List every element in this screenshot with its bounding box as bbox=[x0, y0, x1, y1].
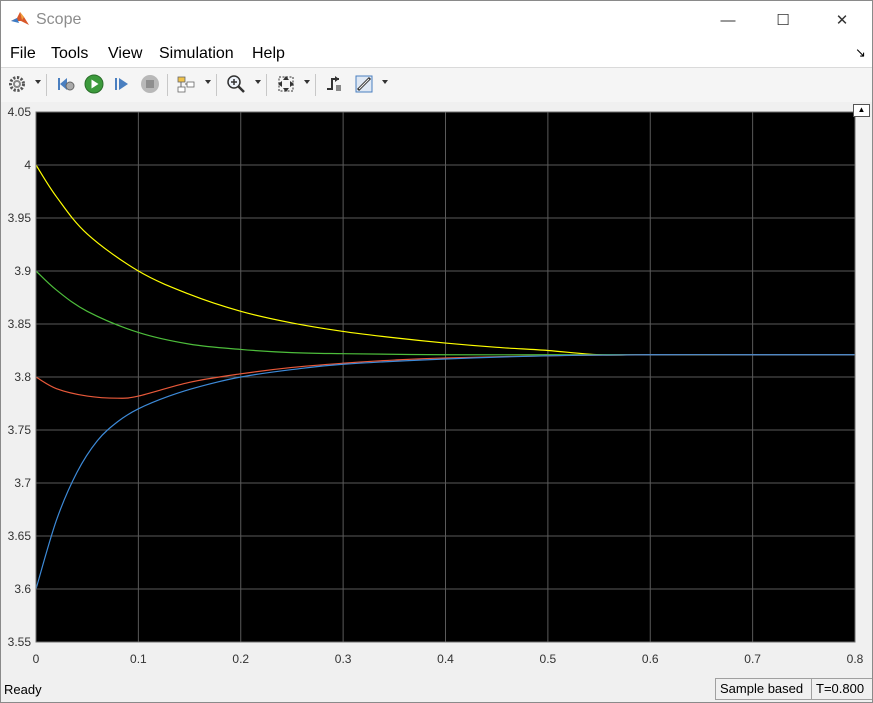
scope-display[interactable]: 0 0.1 0.2 0.3 0.4 0.5 0.6 0.7 0.8 3.55 3.6 3.65 3.7 3… bbox=[1, 102, 872, 672]
y-tick-label: 4.05 bbox=[8, 105, 32, 119]
toolbar-separator bbox=[266, 74, 267, 96]
settings-dropdown-icon[interactable] bbox=[35, 80, 41, 84]
close-button[interactable]: ✕ bbox=[819, 1, 865, 39]
cursor-measurements-button[interactable] bbox=[353, 73, 375, 95]
y-tick-label: 3.55 bbox=[8, 635, 32, 649]
scope-window: Scope — ☐ ✕ File Tools View Simulation H… bbox=[0, 0, 873, 703]
x-tick-label: 0.7 bbox=[744, 652, 761, 666]
title-bar[interactable]: Scope — ☐ ✕ bbox=[1, 1, 872, 39]
y-tick-label: 3.9 bbox=[14, 264, 31, 278]
stop-button[interactable] bbox=[139, 73, 161, 95]
expand-axes-button[interactable]: ▲ bbox=[853, 104, 870, 117]
y-tick-label: 3.8 bbox=[14, 370, 31, 384]
toolbar-separator bbox=[315, 74, 316, 96]
menu-simulation[interactable]: Simulation bbox=[159, 45, 234, 63]
x-tick-label: 0.8 bbox=[847, 652, 864, 666]
toolbar-separator bbox=[46, 74, 47, 96]
toolbar-separator bbox=[216, 74, 217, 96]
fit-to-view-button[interactable] bbox=[275, 73, 297, 95]
x-tick-label: 0 bbox=[33, 652, 40, 666]
highlight-dropdown-icon[interactable] bbox=[205, 80, 211, 84]
step-forward-button[interactable] bbox=[111, 73, 133, 95]
status-bar: Ready Sample based T=0.800 bbox=[1, 676, 872, 702]
y-tick-label: 3.75 bbox=[8, 423, 32, 437]
highlight-model-icon bbox=[177, 76, 195, 93]
sample-mode-indicator: Sample based bbox=[715, 678, 817, 700]
menu-view[interactable]: View bbox=[108, 45, 142, 63]
fit-dropdown-icon[interactable] bbox=[304, 80, 310, 84]
status-text: Ready bbox=[4, 682, 42, 697]
step-back-button[interactable] bbox=[55, 73, 77, 95]
stop-icon bbox=[141, 75, 159, 93]
undock-icon[interactable]: ↘ bbox=[855, 45, 866, 61]
run-button[interactable] bbox=[83, 73, 105, 95]
close-icon: ✕ bbox=[835, 12, 849, 29]
x-tick-label: 0.5 bbox=[540, 652, 557, 666]
plot-axes[interactable]: 0 0.1 0.2 0.3 0.4 0.5 0.6 0.7 0.8 3.55 3.6 3.65 3.7 3… bbox=[1, 102, 872, 672]
zoom-button[interactable] bbox=[225, 73, 247, 95]
maximize-button[interactable]: ☐ bbox=[760, 1, 806, 39]
y-tick-label: 3.6 bbox=[14, 582, 31, 596]
minimize-button[interactable]: — bbox=[705, 1, 751, 39]
zoom-in-icon bbox=[227, 75, 245, 93]
y-tick-label: 3.65 bbox=[8, 529, 32, 543]
x-tick-label: 0.6 bbox=[642, 652, 659, 666]
fit-to-view-icon bbox=[278, 76, 294, 92]
time-readout: T=0.800 bbox=[811, 678, 872, 700]
step-forward-icon bbox=[115, 78, 128, 90]
y-tick-label: 4 bbox=[24, 158, 31, 172]
window-title: Scope bbox=[36, 11, 82, 28]
minimize-icon: — bbox=[720, 11, 736, 29]
x-tick-label: 0.2 bbox=[232, 652, 249, 666]
menu-tools[interactable]: Tools bbox=[51, 45, 88, 63]
menu-bar: File Tools View Simulation Help ↘ bbox=[1, 39, 872, 67]
toolbar-separator bbox=[167, 74, 168, 96]
matlab-logo-icon bbox=[11, 12, 29, 25]
y-tick-label: 3.95 bbox=[8, 211, 32, 225]
cursor-dropdown-icon[interactable] bbox=[382, 80, 388, 84]
maximize-icon: ☐ bbox=[776, 12, 790, 29]
y-tick-label: 3.85 bbox=[8, 317, 32, 331]
x-tick-label: 0.4 bbox=[437, 652, 454, 666]
step-back-icon bbox=[58, 78, 75, 91]
triggers-button[interactable] bbox=[323, 73, 345, 95]
gear-icon bbox=[9, 76, 25, 92]
triggers-icon bbox=[327, 76, 341, 91]
y-tick-label: 3.7 bbox=[14, 476, 31, 490]
zoom-dropdown-icon[interactable] bbox=[255, 80, 261, 84]
x-tick-label: 0.1 bbox=[130, 652, 147, 666]
menu-help[interactable]: Help bbox=[252, 45, 285, 63]
cursor-measure-icon bbox=[355, 75, 373, 93]
x-tick-label: 0.3 bbox=[335, 652, 352, 666]
run-icon bbox=[84, 74, 104, 94]
toolbar bbox=[1, 67, 872, 103]
menu-file[interactable]: File bbox=[10, 45, 36, 63]
settings-button[interactable] bbox=[7, 73, 27, 95]
highlight-model-button[interactable] bbox=[175, 73, 197, 95]
